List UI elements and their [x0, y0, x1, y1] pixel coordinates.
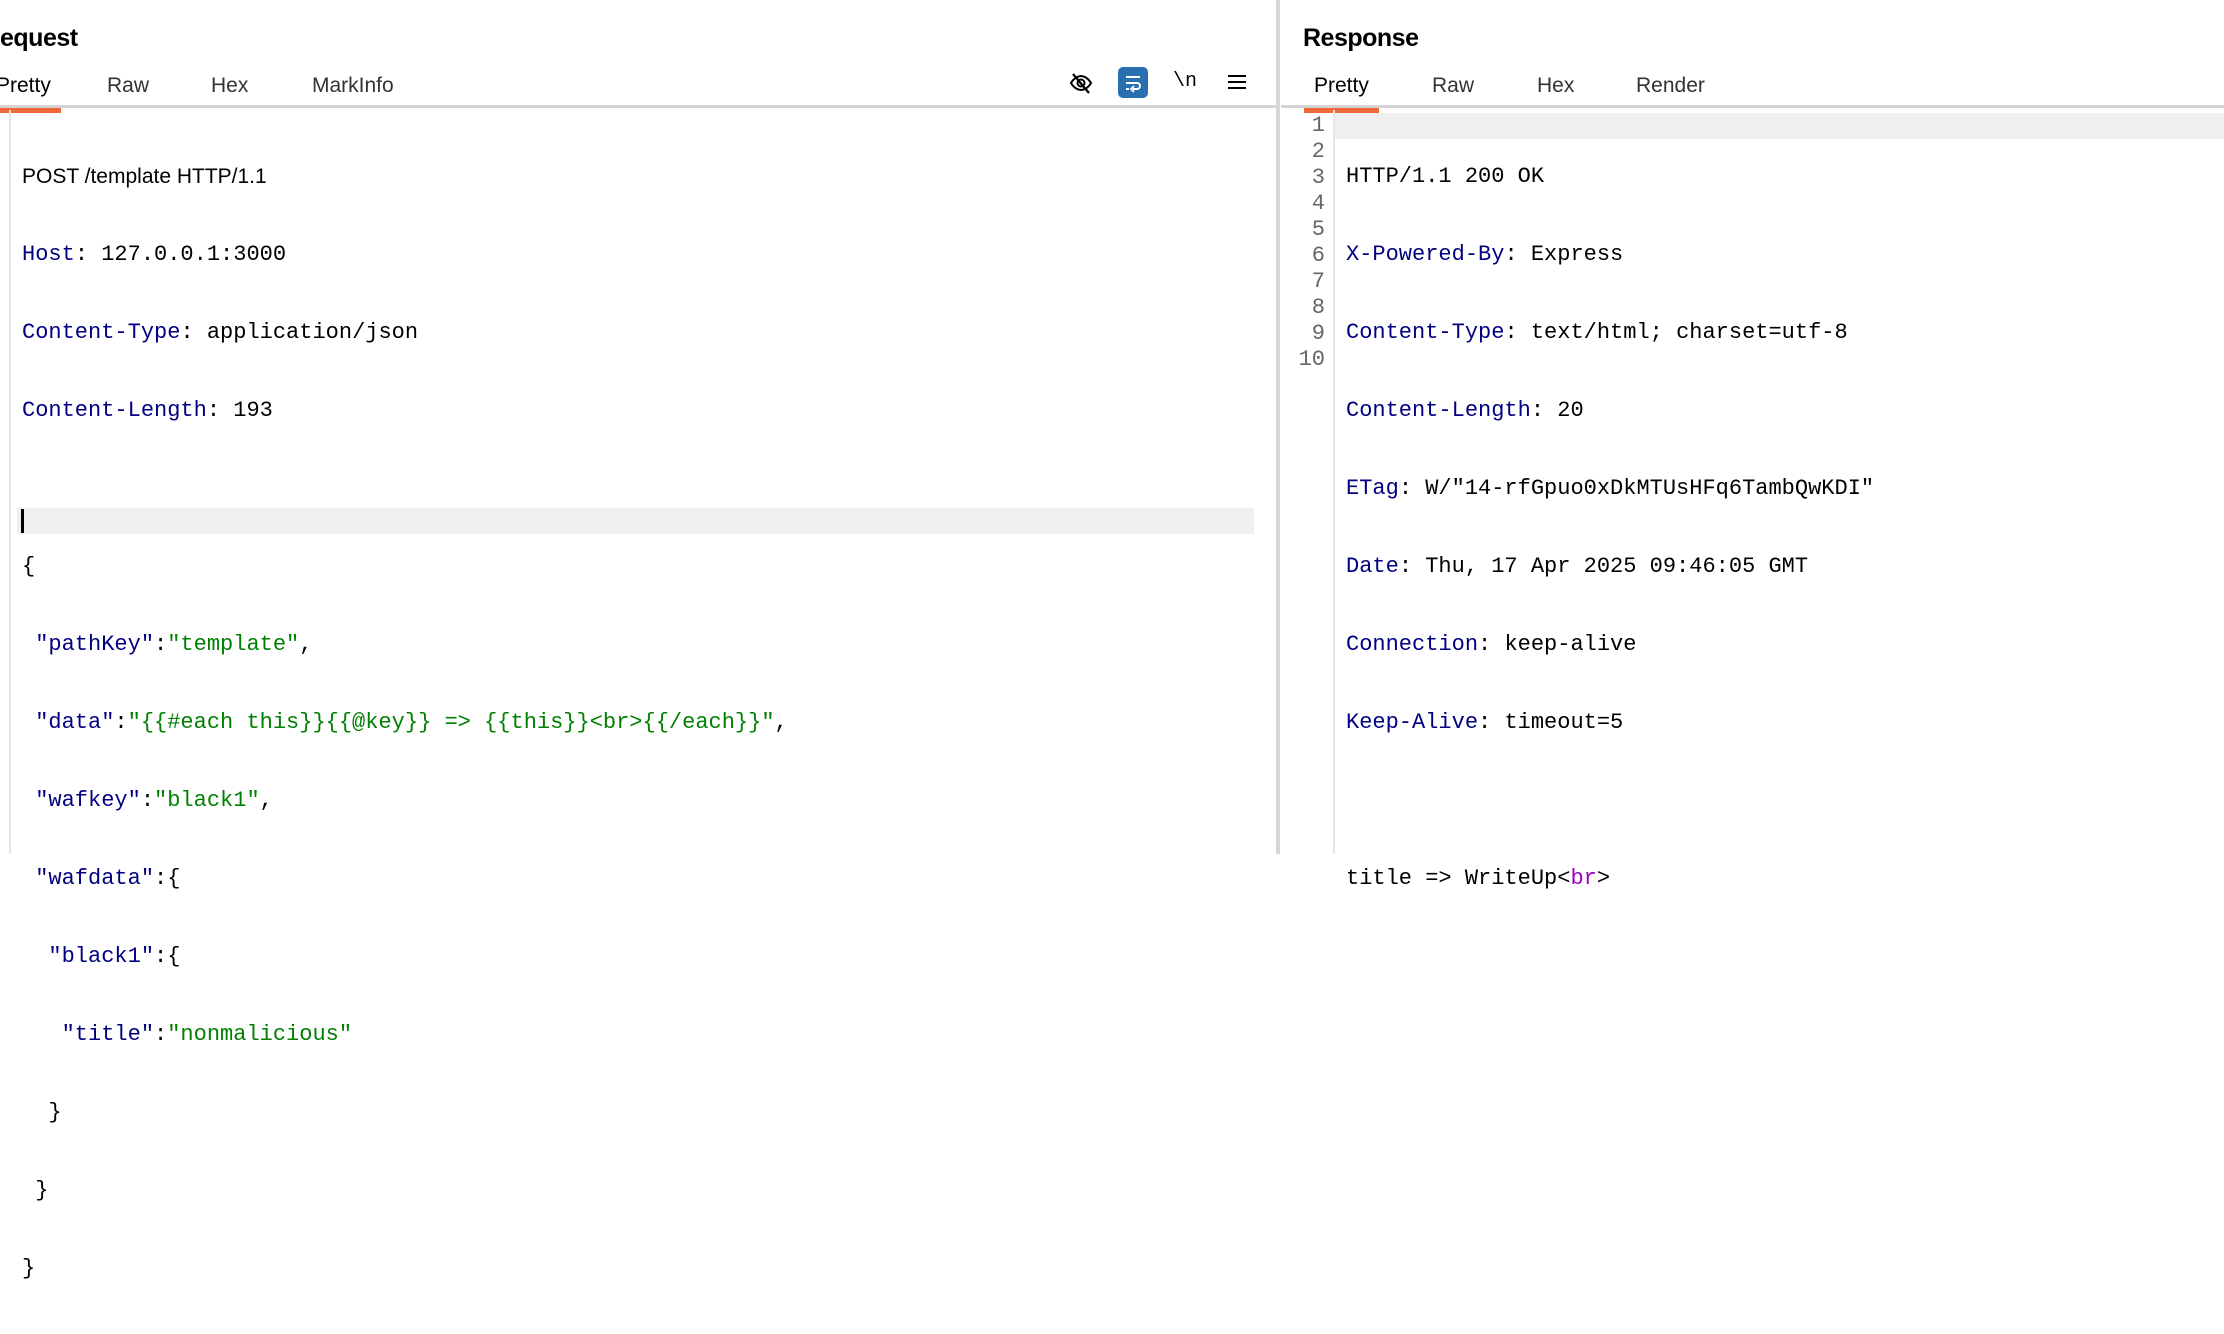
line-number: 7 [1311, 269, 1325, 294]
header-value: Express [1530, 242, 1624, 267]
status-line: HTTP/1.1 200 OK [1346, 164, 1545, 189]
header-name: Content-Length [1346, 398, 1531, 423]
body-text: title => WriteUp< [1346, 866, 1571, 891]
line-number: 8 [1311, 295, 1325, 320]
wrap-icon[interactable] [1118, 67, 1148, 98]
json-key: "pathKey" [35, 632, 155, 657]
brace: { [22, 554, 36, 579]
header-line: Date: Thu, 17 Apr 2025 09:46:05 GMT [1346, 554, 1809, 579]
header-value: 127.0.0.1:3000 [101, 242, 287, 267]
header-line: Content-Type: text/html; charset=utf-8 [1346, 320, 1848, 345]
line-number: 9 [1311, 321, 1325, 346]
header-line: Host: 127.0.0.1:3000 [22, 242, 287, 267]
request-title: equest [0, 24, 78, 52]
json-line: "wafkey":"black1", [35, 788, 273, 813]
header-value: keep-alive [1504, 632, 1637, 657]
tab-pretty[interactable]: Pretty [0, 74, 61, 113]
json-line: } [22, 1256, 788, 1282]
header-value: 20 [1557, 398, 1584, 423]
response-tabs: Pretty Raw Hex Render [1281, 70, 2224, 113]
eye-slash-icon[interactable] [1066, 68, 1096, 98]
header-name: Content-Type [22, 320, 181, 345]
json-key: "title" [61, 1022, 155, 1047]
tab-markinfo[interactable]: MarkInfo [312, 74, 394, 108]
header-line: Content-Length: 193 [22, 398, 273, 423]
response-body-line: title => WriteUp<br> [1346, 866, 1874, 892]
json-value: "{{#each this}}{{@key}} => {{this}}<br>{… [127, 710, 775, 735]
line-number: 2 [1311, 139, 1325, 164]
header-line: Content-Length: 20 [1346, 398, 1584, 423]
request-line: POST /template HTTP/1.1 [22, 165, 267, 188]
json-key: "black1" [48, 944, 155, 969]
header-value: 193 [233, 398, 273, 423]
response-title: Response [1303, 24, 1419, 52]
json-line: } [22, 1100, 62, 1125]
request-panel: equest Pretty Raw Hex MarkInfo \n POST /… [0, 0, 1276, 1281]
header-name: ETag [1346, 476, 1399, 501]
json-key: "data" [35, 710, 115, 735]
json-line: "title":"nonmalicious" [61, 1022, 353, 1047]
json-line: { [22, 554, 788, 580]
brace: } [22, 1256, 36, 1281]
tab-raw[interactable]: Raw [1432, 74, 1474, 108]
line-number: 10 [1298, 347, 1325, 372]
line-numbers: 1 2 3 4 5 6 7 8 9 10 [1285, 113, 1325, 373]
header-value: Thu, 17 Apr 2025 09:46:05 GMT [1425, 554, 1809, 579]
json-key: "wafdata" [35, 866, 155, 891]
body-text-end: > [1596, 866, 1611, 891]
response-editor[interactable]: HTTP/1.1 200 OK X-Powered-By: Express Co… [1346, 112, 1874, 944]
panel-splitter[interactable] [1276, 0, 1280, 854]
json-key: "wafkey" [35, 788, 141, 813]
line-number: 6 [1311, 243, 1325, 268]
header-name: Content-Type [1346, 320, 1505, 345]
json-value: "black1" [154, 788, 260, 813]
tab-hex[interactable]: Hex [1537, 74, 1574, 108]
header-value: text/html; charset=utf-8 [1530, 320, 1848, 345]
request-editor[interactable]: POST /template HTTP/1.1 Host: 127.0.0.1:… [22, 112, 788, 1334]
tab-hex[interactable]: Hex [211, 74, 248, 108]
html-tag-name: br [1570, 866, 1597, 891]
editor-gutter [0, 110, 11, 854]
json-value: "template" [167, 632, 300, 657]
line-number: 3 [1311, 165, 1325, 190]
line-number: 5 [1311, 217, 1325, 242]
json-line: } [22, 1178, 49, 1203]
header-line: Connection: keep-alive [1346, 632, 1637, 657]
line-number: 4 [1311, 191, 1325, 216]
header-name: Date [1346, 554, 1399, 579]
header-name: Content-Length [22, 398, 207, 423]
tab-pretty[interactable]: Pretty [1304, 74, 1379, 113]
hamburger-menu-icon[interactable] [1222, 67, 1252, 97]
header-line: ETag: W/"14-rfGpuo0xDkMTUsHFq6TambQwKDI" [1346, 476, 1875, 501]
line-number: 1 [1311, 113, 1325, 138]
header-value: timeout=5 [1504, 710, 1624, 735]
tab-raw[interactable]: Raw [107, 74, 149, 108]
json-value: "nonmalicious" [167, 1022, 353, 1047]
line-number-divider [1333, 110, 1335, 854]
header-name: Host [22, 242, 75, 267]
newline-toggle-button[interactable]: \n [1170, 66, 1200, 96]
header-name: X-Powered-By [1346, 242, 1505, 267]
response-panel: Response Pretty Raw Hex Render 1 2 3 4 5… [1281, 0, 2224, 891]
json-line: "data":"{{#each this}}{{@key}} => {{this… [35, 710, 788, 735]
tab-render[interactable]: Render [1636, 74, 1705, 108]
json-line: "black1":{ [48, 944, 181, 969]
header-line: X-Powered-By: Express [1346, 242, 1624, 267]
header-name: Keep-Alive [1346, 710, 1479, 735]
header-name: Connection [1346, 632, 1479, 657]
header-value: W/"14-rfGpuo0xDkMTUsHFq6TambQwKDI" [1425, 476, 1875, 501]
json-line: "wafdata":{ [35, 866, 181, 891]
header-value: application/json [206, 320, 419, 345]
json-line: "pathKey":"template", [35, 632, 313, 657]
header-line: Content-Type: application/json [22, 320, 419, 345]
header-line: Keep-Alive: timeout=5 [1346, 710, 1624, 735]
